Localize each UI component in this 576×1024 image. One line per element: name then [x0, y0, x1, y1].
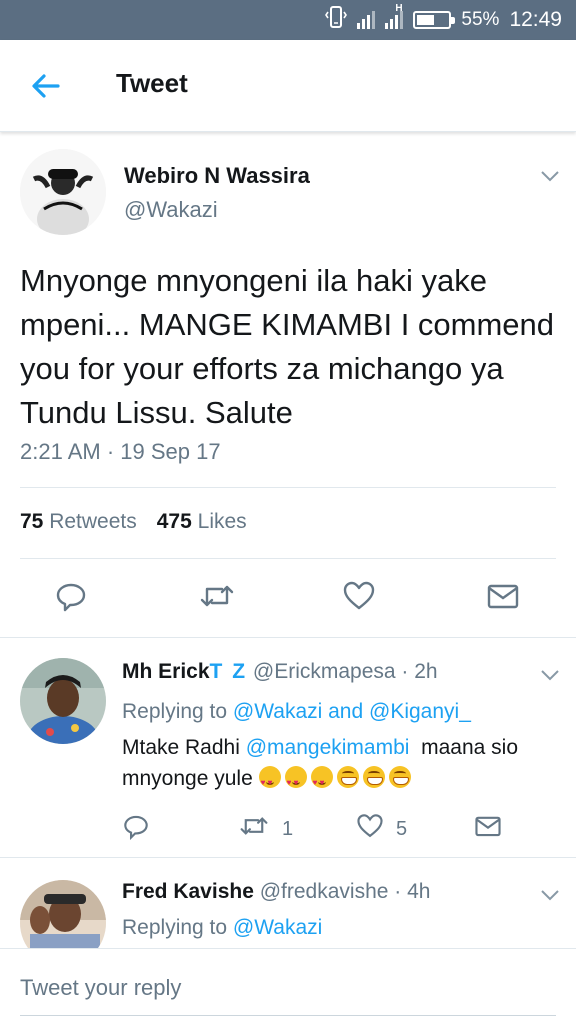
author-handle[interactable]: @Wakazi	[124, 197, 218, 223]
retweets-label: Retweets	[49, 510, 137, 533]
divider	[20, 558, 556, 559]
signal-icon	[357, 11, 376, 29]
retweet-count: 1	[282, 817, 294, 840]
status-icons: H 55% 12:49	[325, 0, 562, 40]
back-arrow-icon[interactable]	[28, 68, 64, 104]
message-icon[interactable]	[486, 579, 520, 613]
replying-to: Replying to @Wakazi	[122, 916, 322, 940]
reply-actions: 1 5	[0, 812, 576, 842]
chevron-down-icon[interactable]	[540, 888, 560, 902]
message-icon[interactable]	[474, 812, 502, 840]
grinning-emoji-icon	[336, 766, 359, 788]
battery-percent: 55%	[461, 9, 500, 30]
replying-to-link[interactable]: @Wakazi and @Kiganyi_	[233, 700, 471, 723]
like-icon[interactable]	[342, 579, 376, 613]
tweet-actions	[0, 579, 576, 619]
replying-prefix: Replying to	[122, 916, 228, 939]
reply-mention-link[interactable]: @mangekimambi	[246, 736, 410, 759]
reply-icon[interactable]	[122, 812, 150, 840]
reply-composer[interactable]: Tweet your reply	[0, 948, 576, 1024]
heart-eyes-emoji-icon	[284, 766, 307, 798]
input-underline	[20, 1015, 556, 1016]
reply-avatar[interactable]	[20, 880, 106, 948]
tweet-text: Mnyonge mnyongeni ila haki yake mpeni...…	[20, 263, 555, 430]
retweet-icon[interactable]	[198, 579, 234, 613]
battery-icon	[413, 11, 456, 29]
reply-avatar[interactable]	[20, 658, 106, 744]
retweets-count: 75	[20, 510, 44, 533]
chevron-down-icon[interactable]	[540, 668, 560, 682]
separator	[0, 637, 576, 638]
reply-author[interactable]: Mh ErickT Z @Erickmapesa · 2h	[122, 660, 438, 684]
reply-author-handle: @fredkavishe	[259, 880, 389, 903]
likes-count: 475	[156, 510, 192, 533]
grinning-emoji-icon	[362, 766, 385, 788]
page-title: Tweet	[116, 68, 188, 98]
chevron-down-icon[interactable]	[540, 169, 560, 183]
reply-author[interactable]: Fred Kavishe @fredkavishe · 4h	[122, 880, 430, 904]
app-header: Tweet	[0, 40, 576, 132]
like-button[interactable]: 5	[356, 812, 407, 846]
like-icon	[356, 812, 384, 846]
tweet-stats: 75 Retweets 475 Likes	[20, 510, 247, 534]
replying-to: Replying to @Wakazi and @Kiganyi_	[122, 700, 471, 724]
author-avatar[interactable]	[20, 149, 106, 235]
vibrate-icon	[325, 4, 348, 36]
signal-h-icon: H	[385, 3, 404, 29]
reply-input[interactable]: Tweet your reply	[20, 975, 181, 1001]
retweet-icon	[238, 812, 270, 846]
tweet-timestamp: 2:21 AM · 19 Sep 17	[20, 439, 221, 464]
reply-item[interactable]: Fred Kavishe @fredkavishe · 4h Replying …	[0, 858, 576, 948]
reply-author-handle: @Erickmapesa	[252, 660, 396, 683]
heart-eyes-emoji-icon	[310, 766, 333, 798]
heart-eyes-emoji-icon	[258, 766, 281, 798]
retweet-button[interactable]: 1	[238, 812, 293, 846]
replying-to-link[interactable]: @Wakazi	[233, 916, 322, 939]
reply-time: 4h	[407, 880, 431, 903]
reply-text-prefix: Mtake Radhi	[122, 736, 240, 759]
grinning-emoji-icon	[388, 766, 411, 788]
likes-label: Likes	[197, 510, 247, 533]
reply-icon[interactable]	[54, 579, 88, 613]
clock: 12:49	[509, 8, 562, 31]
reply-author-flag: T Z	[209, 660, 248, 683]
replying-prefix: Replying to	[122, 700, 228, 723]
reply-author-name: Mh Erick	[122, 660, 210, 683]
author-name[interactable]: Webiro N Wassira	[124, 163, 310, 189]
divider	[20, 487, 556, 488]
reply-author-name: Fred Kavishe	[122, 880, 254, 903]
like-count: 5	[396, 817, 408, 840]
likes-stat[interactable]: 475 Likes	[157, 510, 247, 534]
retweets-stat[interactable]: 75 Retweets	[20, 510, 137, 534]
reply-text: Mtake Radhi @mangekimambi maana sio mnyo…	[122, 732, 542, 798]
reply-time: 2h	[414, 660, 438, 683]
status-bar: H 55% 12:49	[0, 0, 576, 40]
